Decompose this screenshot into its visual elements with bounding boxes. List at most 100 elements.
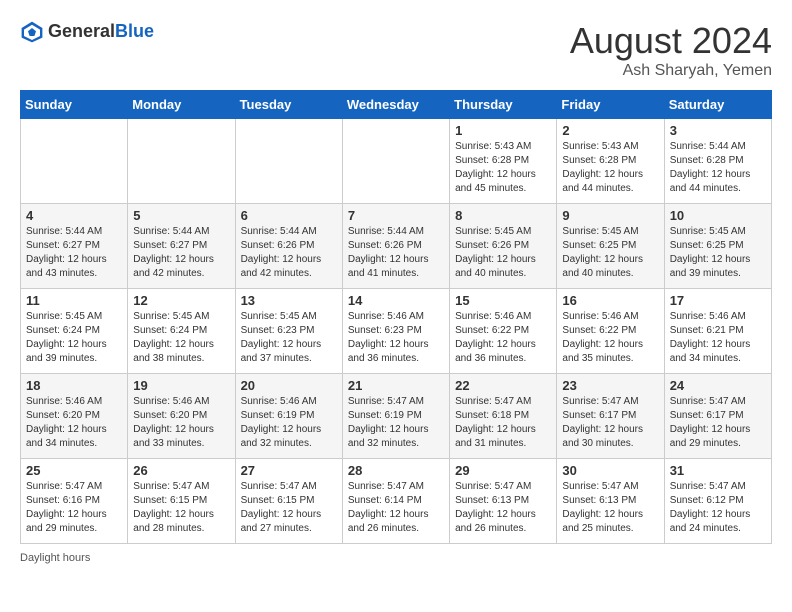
day-number: 8 bbox=[455, 208, 551, 223]
day-info: Sunrise: 5:44 AM Sunset: 6:26 PM Dayligh… bbox=[348, 225, 444, 281]
table-row: 14 Sunrise: 5:46 AM Sunset: 6:23 PM Dayli… bbox=[342, 289, 449, 374]
table-row: 7 Sunrise: 5:44 AM Sunset: 6:26 PM Daylig… bbox=[342, 204, 449, 289]
day-info: Sunrise: 5:45 AM Sunset: 6:26 PM Dayligh… bbox=[455, 225, 551, 281]
day-info: Sunrise: 5:47 AM Sunset: 6:16 PM Dayligh… bbox=[26, 480, 122, 536]
day-info: Sunrise: 5:46 AM Sunset: 6:22 PM Dayligh… bbox=[562, 310, 658, 366]
day-number: 24 bbox=[670, 378, 766, 393]
day-info: Sunrise: 5:47 AM Sunset: 6:13 PM Dayligh… bbox=[455, 480, 551, 536]
table-row: 16 Sunrise: 5:46 AM Sunset: 6:22 PM Dayli… bbox=[557, 289, 664, 374]
table-row bbox=[128, 119, 235, 204]
table-row: 2 Sunrise: 5:43 AM Sunset: 6:28 PM Daylig… bbox=[557, 119, 664, 204]
logo-general: General bbox=[48, 21, 115, 41]
table-row: 15Sunrise: 5:46 AM Sunset: 6:22 PM Dayli… bbox=[450, 289, 557, 374]
day-info: Sunrise: 5:45 AM Sunset: 6:23 PM Dayligh… bbox=[241, 310, 337, 366]
day-number: 25 bbox=[26, 463, 122, 478]
table-row bbox=[21, 119, 128, 204]
table-row: 27 Sunrise: 5:47 AM Sunset: 6:15 PM Dayli… bbox=[235, 459, 342, 544]
table-row: 10 Sunrise: 5:45 AM Sunset: 6:25 PM Dayli… bbox=[664, 204, 771, 289]
logo-text: GeneralBlue bbox=[48, 22, 154, 42]
day-number: 4 bbox=[26, 208, 122, 223]
day-info: Sunrise: 5:44 AM Sunset: 6:27 PM Dayligh… bbox=[133, 225, 229, 281]
day-number: 15 bbox=[455, 293, 551, 308]
day-info: Sunrise: 5:45 AM Sunset: 6:24 PM Dayligh… bbox=[133, 310, 229, 366]
table-row: 22 Sunrise: 5:47 AM Sunset: 6:18 PM Dayli… bbox=[450, 374, 557, 459]
location-title: Ash Sharyah, Yemen bbox=[570, 62, 772, 80]
table-row: 9 Sunrise: 5:45 AM Sunset: 6:25 PM Daylig… bbox=[557, 204, 664, 289]
table-row: 21Sunrise: 5:47 AM Sunset: 6:19 PM Dayli… bbox=[342, 374, 449, 459]
day-number: 26 bbox=[133, 463, 229, 478]
day-number: 28 bbox=[348, 463, 444, 478]
day-info: Sunrise: 5:43 AM Sunset: 6:28 PM Dayligh… bbox=[562, 140, 658, 196]
day-info: Sunrise: 5:46 AM Sunset: 6:19 PM Dayligh… bbox=[241, 395, 337, 451]
table-row: 24 Sunrise: 5:47 AM Sunset: 6:17 PM Dayli… bbox=[664, 374, 771, 459]
day-number: 18 bbox=[26, 378, 122, 393]
col-tuesday: Tuesday bbox=[235, 91, 342, 119]
table-row: 8 Sunrise: 5:45 AM Sunset: 6:26 PM Daylig… bbox=[450, 204, 557, 289]
day-info: Sunrise: 5:45 AM Sunset: 6:25 PM Dayligh… bbox=[670, 225, 766, 281]
day-number: 12 bbox=[133, 293, 229, 308]
day-info: Sunrise: 5:44 AM Sunset: 6:28 PM Dayligh… bbox=[670, 140, 766, 196]
day-number: 10 bbox=[670, 208, 766, 223]
day-number: 9 bbox=[562, 208, 658, 223]
col-thursday: Thursday bbox=[450, 91, 557, 119]
day-info: Sunrise: 5:47 AM Sunset: 6:18 PM Dayligh… bbox=[455, 395, 551, 451]
day-number: 16 bbox=[562, 293, 658, 308]
day-number: 30 bbox=[562, 463, 658, 478]
day-info: Sunrise: 5:47 AM Sunset: 6:15 PM Dayligh… bbox=[133, 480, 229, 536]
table-row: 12 Sunrise: 5:45 AM Sunset: 6:24 PM Dayli… bbox=[128, 289, 235, 374]
day-number: 6 bbox=[241, 208, 337, 223]
day-info: Sunrise: 5:47 AM Sunset: 6:14 PM Dayligh… bbox=[348, 480, 444, 536]
month-year-title: August 2024 bbox=[570, 20, 772, 62]
calendar-week-row: 18 Sunrise: 5:46 AM Sunset: 6:20 PM Dayli… bbox=[21, 374, 772, 459]
title-block: August 2024 Ash Sharyah, Yemen bbox=[570, 20, 772, 80]
daylight-label: Daylight hours bbox=[20, 552, 90, 564]
table-row: 20 Sunrise: 5:46 AM Sunset: 6:19 PM Dayli… bbox=[235, 374, 342, 459]
table-row: 18 Sunrise: 5:46 AM Sunset: 6:20 PM Dayli… bbox=[21, 374, 128, 459]
day-info: Sunrise: 5:47 AM Sunset: 6:17 PM Dayligh… bbox=[670, 395, 766, 451]
day-info: Sunrise: 5:46 AM Sunset: 6:20 PM Dayligh… bbox=[26, 395, 122, 451]
day-number: 22 bbox=[455, 378, 551, 393]
table-row: 3 Sunrise: 5:44 AM Sunset: 6:28 PM Daylig… bbox=[664, 119, 771, 204]
col-friday: Friday bbox=[557, 91, 664, 119]
day-number: 2 bbox=[562, 123, 658, 138]
day-info: Sunrise: 5:46 AM Sunset: 6:23 PM Dayligh… bbox=[348, 310, 444, 366]
col-wednesday: Wednesday bbox=[342, 91, 449, 119]
header-row: Sunday Monday Tuesday Wednesday Thursday… bbox=[21, 91, 772, 119]
day-info: Sunrise: 5:47 AM Sunset: 6:15 PM Dayligh… bbox=[241, 480, 337, 536]
day-info: Sunrise: 5:43 AM Sunset: 6:28 PM Dayligh… bbox=[455, 140, 551, 196]
day-number: 14 bbox=[348, 293, 444, 308]
day-info: Sunrise: 5:44 AM Sunset: 6:27 PM Dayligh… bbox=[26, 225, 122, 281]
day-info: Sunrise: 5:47 AM Sunset: 6:13 PM Dayligh… bbox=[562, 480, 658, 536]
table-row: 1 Sunrise: 5:43 AM Sunset: 6:28 PM Daylig… bbox=[450, 119, 557, 204]
day-info: Sunrise: 5:45 AM Sunset: 6:24 PM Dayligh… bbox=[26, 310, 122, 366]
table-row: 31Sunrise: 5:47 AM Sunset: 6:12 PM Dayli… bbox=[664, 459, 771, 544]
day-info: Sunrise: 5:47 AM Sunset: 6:12 PM Dayligh… bbox=[670, 480, 766, 536]
calendar-week-row: 25 Sunrise: 5:47 AM Sunset: 6:16 PM Dayli… bbox=[21, 459, 772, 544]
footer: Daylight hours bbox=[20, 552, 772, 564]
table-row: 13Sunrise: 5:45 AM Sunset: 6:23 PM Dayli… bbox=[235, 289, 342, 374]
day-number: 5 bbox=[133, 208, 229, 223]
table-row: 11Sunrise: 5:45 AM Sunset: 6:24 PM Dayli… bbox=[21, 289, 128, 374]
table-row: 17Sunrise: 5:46 AM Sunset: 6:21 PM Dayli… bbox=[664, 289, 771, 374]
day-number: 27 bbox=[241, 463, 337, 478]
day-info: Sunrise: 5:44 AM Sunset: 6:26 PM Dayligh… bbox=[241, 225, 337, 281]
table-row: 4 Sunrise: 5:44 AM Sunset: 6:27 PM Daylig… bbox=[21, 204, 128, 289]
day-number: 20 bbox=[241, 378, 337, 393]
day-info: Sunrise: 5:47 AM Sunset: 6:17 PM Dayligh… bbox=[562, 395, 658, 451]
day-number: 29 bbox=[455, 463, 551, 478]
table-row: 6 Sunrise: 5:44 AM Sunset: 6:26 PM Daylig… bbox=[235, 204, 342, 289]
day-number: 17 bbox=[670, 293, 766, 308]
calendar-table: Sunday Monday Tuesday Wednesday Thursday… bbox=[20, 90, 772, 544]
day-number: 7 bbox=[348, 208, 444, 223]
col-saturday: Saturday bbox=[664, 91, 771, 119]
table-row: 25 Sunrise: 5:47 AM Sunset: 6:16 PM Dayli… bbox=[21, 459, 128, 544]
logo: GeneralBlue bbox=[20, 20, 154, 44]
table-row bbox=[342, 119, 449, 204]
day-info: Sunrise: 5:45 AM Sunset: 6:25 PM Dayligh… bbox=[562, 225, 658, 281]
calendar-week-row: 4 Sunrise: 5:44 AM Sunset: 6:27 PM Daylig… bbox=[21, 204, 772, 289]
calendar-body: 1 Sunrise: 5:43 AM Sunset: 6:28 PM Daylig… bbox=[21, 119, 772, 544]
day-number: 3 bbox=[670, 123, 766, 138]
day-number: 1 bbox=[455, 123, 551, 138]
table-row: 5 Sunrise: 5:44 AM Sunset: 6:27 PM Daylig… bbox=[128, 204, 235, 289]
table-row: 30 Sunrise: 5:47 AM Sunset: 6:13 PM Dayli… bbox=[557, 459, 664, 544]
